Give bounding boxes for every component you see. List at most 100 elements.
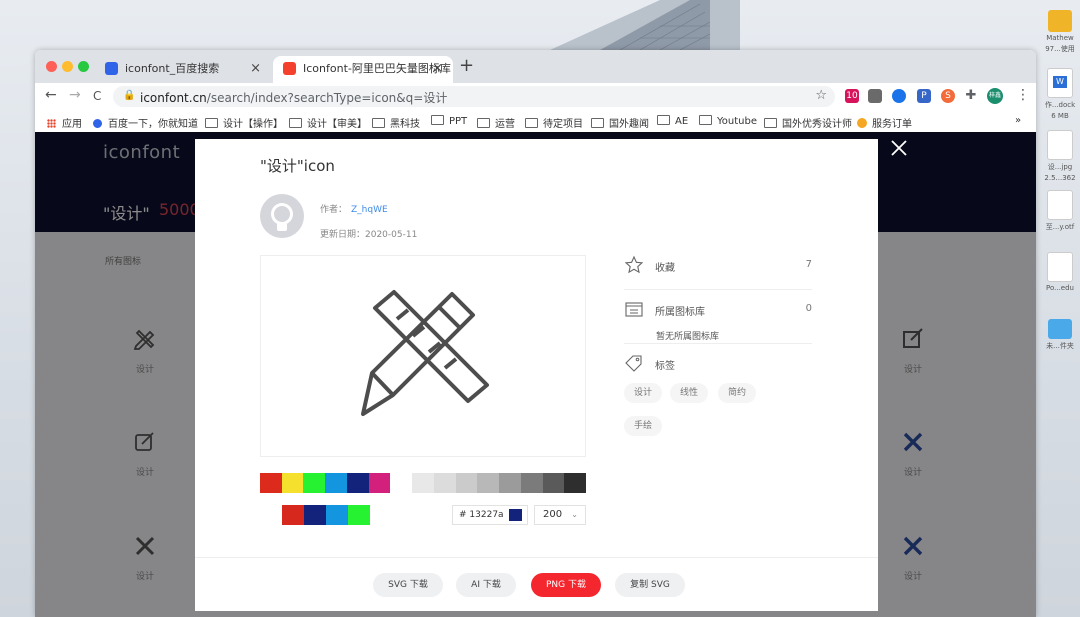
bookmark-folder[interactable]: AE xyxy=(657,115,688,127)
color-swatch[interactable] xyxy=(477,473,500,493)
hex-color-input[interactable]: # 13227a xyxy=(452,505,528,525)
url-path: /search/index?searchType=icon&q=设计 xyxy=(206,91,448,105)
extension-10-icon[interactable]: 10 xyxy=(845,89,859,103)
color-swatch[interactable] xyxy=(390,473,413,493)
reload-button[interactable]: C xyxy=(93,89,101,103)
bookmark-apps[interactable]: 应用 xyxy=(47,115,82,130)
library-list-icon xyxy=(625,302,643,317)
color-swatch[interactable] xyxy=(368,473,391,493)
bookmark-label: PPT xyxy=(449,116,468,127)
browser-menu-icon[interactable]: ⋮ xyxy=(1016,87,1030,103)
bookmark-folder[interactable]: 运营 xyxy=(477,115,515,130)
desktop-icon-sublabel: 97...使用 xyxy=(1045,45,1075,53)
bookmark-folder[interactable]: 设计【审美】 xyxy=(289,115,367,130)
modal-title: "设计"icon xyxy=(260,157,335,175)
bookmark-label: 国外趣闻 xyxy=(609,119,649,130)
bookmark-label: 服务订单 xyxy=(872,119,912,130)
recent-color-swatch[interactable] xyxy=(260,505,282,525)
author-name-link[interactable]: Z_hqWE xyxy=(351,205,388,215)
iconfont-logo-icon xyxy=(283,62,296,75)
bookmark-folder[interactable]: 设计【操作】 xyxy=(205,115,283,130)
recent-color-swatch[interactable] xyxy=(304,505,326,525)
bookmark-folder[interactable]: Youtube xyxy=(699,115,757,127)
color-swatch[interactable] xyxy=(520,473,543,493)
library-label: 所属图标库 xyxy=(655,307,705,318)
desktop-doc-icon[interactable]: W 作...dock 6 MB xyxy=(1038,68,1080,120)
author-avatar xyxy=(260,194,304,238)
bookmark-folder[interactable]: 黑科技 xyxy=(372,115,420,130)
bookmark-label: 设计【操作】 xyxy=(223,119,283,130)
color-swatch[interactable] xyxy=(542,473,565,493)
color-swatch[interactable] xyxy=(433,473,456,493)
color-swatch[interactable] xyxy=(260,473,282,493)
tab-bar: iconfont_百度搜索 × Iconfont-阿里巴巴矢量图标库 × + xyxy=(35,50,1036,83)
close-modal-icon[interactable] xyxy=(889,138,909,158)
desktop-drive-icon[interactable]: Mathew 97...使用 xyxy=(1038,6,1080,54)
favorite-count: 7 xyxy=(805,259,812,270)
forward-button[interactable]: → xyxy=(69,87,81,103)
bookmark-folder[interactable]: 国外优秀设计师 xyxy=(764,115,852,130)
tab-iconfont[interactable]: Iconfont-阿里巴巴矢量图标库 × xyxy=(273,56,453,83)
divider xyxy=(624,343,812,344)
bookmarks-overflow-button[interactable]: » xyxy=(1015,115,1021,126)
star-icon xyxy=(624,255,644,274)
bookmarks-bar: 应用 百度一下，你就知道 设计【操作】 设计【审美】 黑科技 PPT 运营 待定… xyxy=(35,110,1036,133)
tag-chip[interactable]: 设计 xyxy=(624,383,663,403)
desktop-icon-label: 至...y.otf xyxy=(1045,223,1075,231)
close-tab-icon[interactable]: × xyxy=(432,56,443,81)
recent-color-swatch[interactable] xyxy=(348,505,370,525)
color-swatch[interactable] xyxy=(281,473,304,493)
color-swatch[interactable] xyxy=(564,473,587,493)
profile-avatar[interactable]: 梓鑫 xyxy=(987,88,1003,104)
recent-color-swatch[interactable] xyxy=(326,505,348,525)
desktop-folder-icon[interactable]: 未...件夹 xyxy=(1038,315,1080,351)
png-download-button[interactable]: PNG 下载 xyxy=(531,573,601,597)
bookmark-label: 设计【审美】 xyxy=(307,119,367,130)
extensions-puzzle-icon[interactable]: ✚ xyxy=(964,89,978,103)
recent-color-swatch[interactable] xyxy=(282,505,304,525)
color-swatch[interactable] xyxy=(346,473,369,493)
zoom-window-button[interactable] xyxy=(78,61,89,72)
url-input[interactable]: 🔒 iconfont.cn/search/index?searchType=ic… xyxy=(113,86,835,107)
bookmark-folder[interactable]: 待定项目 xyxy=(525,115,583,130)
close-tab-icon[interactable]: × xyxy=(250,56,261,81)
desktop-file-icon[interactable]: Po...edu xyxy=(1038,252,1080,292)
color-swatch[interactable] xyxy=(499,473,521,493)
ai-download-button[interactable]: AI 下载 xyxy=(456,573,516,597)
bookmark-baidu[interactable]: 百度一下，你就知道 xyxy=(93,115,198,130)
close-window-button[interactable] xyxy=(46,61,57,72)
extension-s-icon[interactable]: S xyxy=(941,89,955,103)
desktop-font-icon[interactable]: 至...y.otf xyxy=(1038,190,1080,232)
color-swatch[interactable] xyxy=(303,473,326,493)
bookmark-folder[interactable]: PPT xyxy=(431,115,467,127)
author-prefix: 作者： xyxy=(320,205,348,215)
extension-p-icon[interactable]: P xyxy=(917,89,931,103)
modal-footer: SVG 下载 AI 下载 PNG 下载 复制 SVG xyxy=(195,557,878,612)
bookmark-star-icon[interactable]: ☆ xyxy=(815,88,827,103)
folder-icon xyxy=(764,118,777,128)
new-tab-button[interactable]: + xyxy=(459,55,474,76)
bookmark-service-orders[interactable]: 服务订单 xyxy=(857,115,912,130)
minimize-window-button[interactable] xyxy=(62,61,73,72)
folder-icon xyxy=(372,118,385,128)
color-swatch[interactable] xyxy=(455,473,478,493)
color-swatch[interactable] xyxy=(412,473,434,493)
tab-baidu[interactable]: iconfont_百度搜索 × xyxy=(95,56,271,83)
folder-icon xyxy=(525,118,538,128)
tag-chip[interactable]: 简约 xyxy=(718,383,757,403)
desktop-jpg-icon[interactable]: 设...jpg 2.5...362 xyxy=(1038,130,1080,182)
folder-icon xyxy=(431,115,444,125)
svg-download-button[interactable]: SVG 下载 xyxy=(373,573,443,597)
bookmark-folder[interactable]: 国外趣闻 xyxy=(591,115,649,130)
copy-svg-button[interactable]: 复制 SVG xyxy=(615,573,685,597)
bookmark-label: Youtube xyxy=(717,116,757,127)
extension-google-icon[interactable] xyxy=(892,89,906,103)
size-select[interactable]: 200 ⌄ xyxy=(534,505,586,525)
tags-label: 标签 xyxy=(655,361,675,372)
tag-chip[interactable]: 手绘 xyxy=(624,416,663,436)
back-button[interactable]: ← xyxy=(45,87,57,103)
extension-shield-icon[interactable] xyxy=(868,89,882,103)
update-date: 更新日期：2020-05-11 xyxy=(320,230,418,240)
tag-chip[interactable]: 线性 xyxy=(670,383,709,403)
color-swatch[interactable] xyxy=(325,473,347,493)
